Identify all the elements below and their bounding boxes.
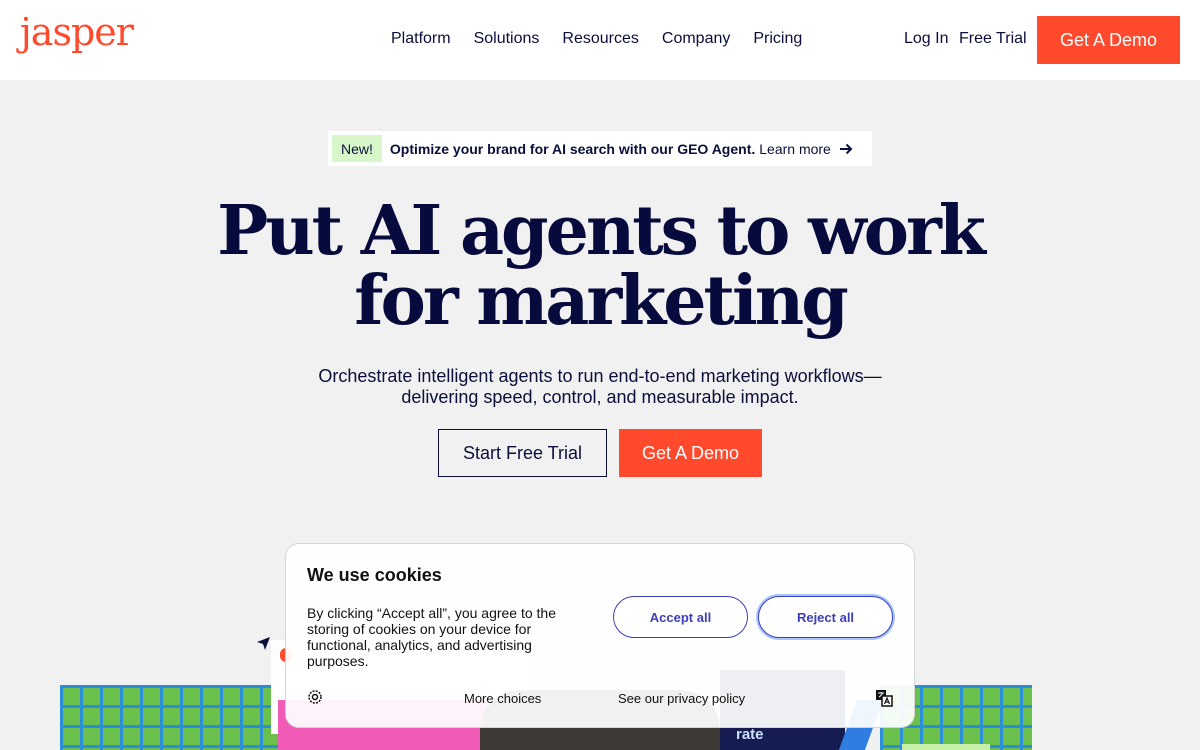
top-nav-bar: jasper Platform Solutions Resources Comp… bbox=[0, 0, 1200, 80]
get-demo-button-header[interactable]: Get A Demo bbox=[1037, 16, 1180, 64]
nav-item-company[interactable]: Company bbox=[662, 30, 730, 48]
jasper-logo[interactable]: jasper bbox=[20, 10, 134, 54]
cursor-arrow-icon bbox=[257, 637, 270, 650]
cookie-settings-icon[interactable] bbox=[307, 689, 323, 705]
translate-icon[interactable] bbox=[875, 689, 893, 707]
hero-subtitle-line-1: Orchestrate intelligent agents to run en… bbox=[318, 366, 882, 386]
accept-all-button[interactable]: Accept all bbox=[613, 596, 748, 638]
cookie-description: By clicking “Accept all”, you agree to t… bbox=[307, 605, 557, 669]
announcement-banner[interactable]: New! Optimize your brand for AI search w… bbox=[328, 131, 872, 166]
nav-item-platform[interactable]: Platform bbox=[391, 30, 451, 48]
hero-subtitle-line-2: delivering speed, control, and measurabl… bbox=[401, 387, 799, 407]
reject-all-button[interactable]: Reject all bbox=[758, 596, 893, 638]
privacy-policy-link[interactable]: See our privacy policy bbox=[618, 691, 745, 706]
metric-rate-label: rate bbox=[736, 726, 764, 743]
new-badge: New! bbox=[332, 135, 382, 162]
nav-item-resources[interactable]: Resources bbox=[562, 30, 638, 48]
hero-title-line-2: for marketing bbox=[354, 261, 849, 341]
cookie-title: We use cookies bbox=[307, 565, 442, 585]
cookie-banner: We use cookies By clicking “Accept all”,… bbox=[285, 543, 915, 728]
arrow-right-icon[interactable] bbox=[838, 141, 854, 157]
learn-more-link[interactable]: Learn more bbox=[759, 141, 831, 157]
hero-title-line-1: Put AI agents to work bbox=[217, 191, 986, 271]
illustration-green-tab bbox=[902, 744, 990, 750]
announcement-text: Optimize your brand for AI search with o… bbox=[389, 140, 756, 157]
start-free-trial-button[interactable]: Start Free Trial bbox=[438, 429, 607, 477]
main-nav: Platform Solutions Resources Company Pri… bbox=[391, 30, 825, 48]
get-demo-button-hero[interactable]: Get A Demo bbox=[619, 429, 762, 477]
nav-item-pricing[interactable]: Pricing bbox=[753, 30, 802, 48]
free-trial-link[interactable]: Free Trial bbox=[959, 30, 1027, 48]
grid-pattern-left bbox=[60, 685, 280, 750]
hero-subtitle: Orchestrate intelligent agents to run en… bbox=[290, 366, 910, 408]
hero-title: Put AI agents to work for marketing bbox=[200, 196, 1000, 336]
more-choices-link[interactable]: More choices bbox=[464, 691, 541, 706]
login-link[interactable]: Log In bbox=[904, 30, 948, 48]
nav-item-solutions[interactable]: Solutions bbox=[474, 30, 540, 48]
